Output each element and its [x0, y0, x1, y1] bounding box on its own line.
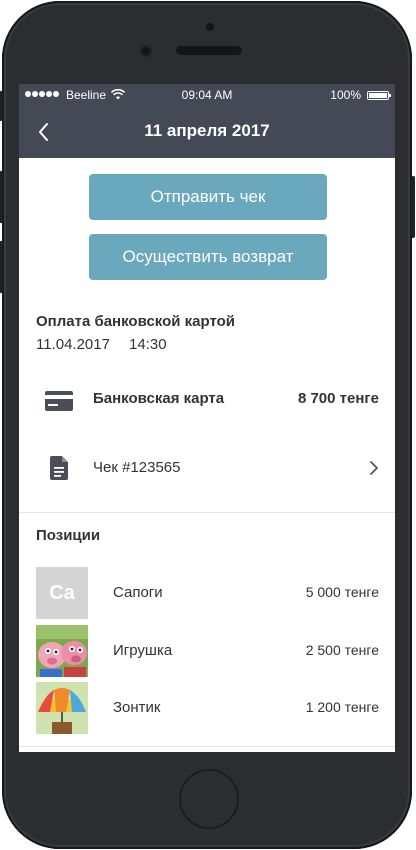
credit-card-icon — [45, 391, 73, 416]
chevron-right-icon[interactable] — [369, 460, 379, 481]
battery-percent: 100% — [330, 88, 361, 102]
item-price: 5 000 тенге — [305, 584, 379, 600]
volume-up-button — [0, 171, 3, 223]
positions-title: Позиции — [36, 527, 101, 544]
item-name: Зонтик — [113, 699, 161, 716]
section-divider — [19, 512, 395, 513]
toy-thumbnail-image — [36, 625, 88, 677]
front-camera — [140, 45, 152, 57]
status-bar: Beeline 09:04 AM 100% — [19, 84, 395, 106]
mute-switch — [0, 91, 3, 121]
list-item[interactable]: Зонтик 1 200 тенге — [19, 682, 395, 734]
item-name: Сапоги — [113, 584, 163, 601]
home-button[interactable] — [179, 769, 239, 829]
list-bottom-divider — [19, 746, 395, 747]
list-item[interactable]: Ca Сапоги 5 000 тенге — [19, 567, 395, 619]
refund-button[interactable]: Осуществить возврат — [89, 234, 327, 280]
payment-date: 11.04.2017 — [36, 336, 110, 353]
item-name: Игрушка — [113, 642, 173, 659]
navigation-bar: 11 апреля 2017 — [19, 106, 395, 158]
item-placeholder-thumbnail: Ca — [36, 567, 88, 619]
battery-icon — [367, 91, 391, 100]
receipt-document-icon[interactable] — [50, 456, 68, 485]
page-title: 11 апреля 2017 — [144, 121, 270, 140]
app-screen: Beeline 09:04 AM 100% 11 апреля 2017 Отп… — [19, 84, 395, 752]
umbrella-thumbnail-image — [36, 682, 88, 734]
send-receipt-button[interactable]: Отправить чек — [89, 174, 327, 220]
payment-time: 14:30 — [129, 336, 167, 353]
receipt-number-link[interactable]: Чек #123565 — [93, 459, 180, 476]
total-amount: 8 700 тенге — [297, 390, 379, 407]
proximity-sensor — [206, 23, 214, 31]
earpiece-speaker — [176, 46, 242, 55]
volume-down-button — [0, 241, 3, 293]
item-price: 2 500 тенге — [305, 642, 379, 658]
card-label: Банковская карта — [93, 390, 225, 407]
list-item[interactable]: Игрушка 2 500 тенге — [19, 625, 395, 677]
power-button — [411, 176, 415, 238]
item-price: 1 200 тенге — [305, 699, 379, 715]
payment-method-title: Оплата банковской картой — [36, 313, 235, 330]
